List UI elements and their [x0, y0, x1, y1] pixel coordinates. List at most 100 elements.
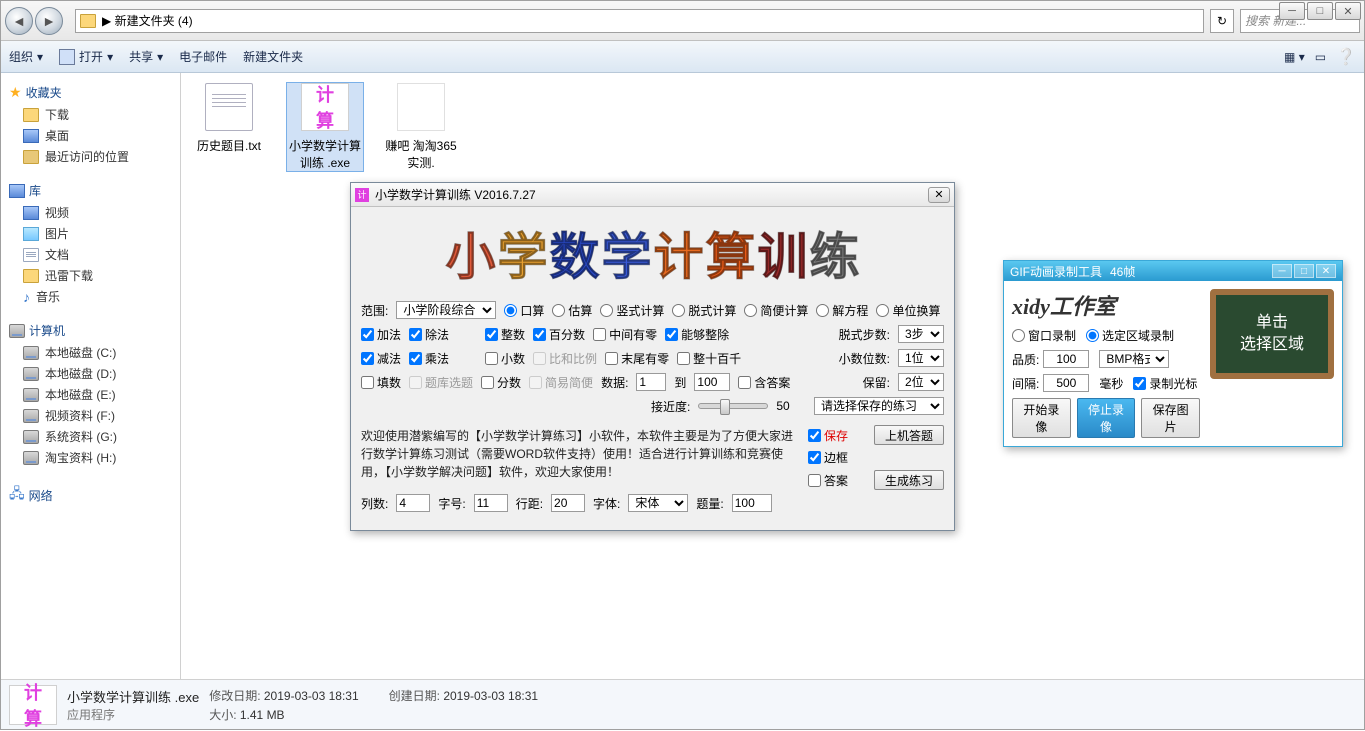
- close-button[interactable]: ✕: [1335, 2, 1361, 20]
- keep-select[interactable]: 2位: [898, 373, 944, 391]
- check-round[interactable]: 整十百千: [677, 350, 741, 367]
- gif-titlebar[interactable]: GIF动画录制工具 46帧 ─ □ ✕: [1004, 261, 1342, 281]
- radio-window-record[interactable]: 窗口录制: [1012, 327, 1076, 344]
- cols-input[interactable]: [396, 494, 430, 512]
- sidebar-documents[interactable]: 文档: [5, 244, 176, 265]
- check-border[interactable]: 边框: [808, 449, 944, 466]
- upload-button[interactable]: 上机答题: [874, 425, 944, 445]
- radio-mental[interactable]: 口算: [504, 302, 544, 319]
- toolbar-organize[interactable]: 组织 ▾: [9, 48, 43, 65]
- range-label: 范围:: [361, 302, 388, 319]
- sidebar-pictures[interactable]: 图片: [5, 223, 176, 244]
- stop-record-button[interactable]: 停止录像: [1077, 398, 1136, 438]
- quality-input[interactable]: [1043, 350, 1089, 368]
- sidebar-drive-e[interactable]: 本地磁盘 (E:): [5, 384, 176, 405]
- sidebar-drive-c[interactable]: 本地磁盘 (C:): [5, 342, 176, 363]
- fontsize-input[interactable]: [474, 494, 508, 512]
- check-dec[interactable]: 小数: [485, 350, 525, 367]
- nav-forward-button[interactable]: ►: [35, 7, 63, 35]
- math-app-titlebar[interactable]: 计 小学数学计算训练 V2016.7.27 ✕: [351, 183, 954, 207]
- address-bar[interactable]: ▶ 新建文件夹 (4): [75, 9, 1204, 33]
- gif-maximize-button[interactable]: □: [1294, 264, 1314, 278]
- check-cursor[interactable]: 录制光标: [1133, 375, 1197, 392]
- gif-frame-count: 46帧: [1110, 263, 1135, 280]
- check-sub[interactable]: 减法: [361, 350, 401, 367]
- explorer-window-controls: ─ □ ✕: [1279, 2, 1361, 20]
- saved-select[interactable]: 请选择保存的练习: [814, 397, 944, 415]
- sidebar-drive-h[interactable]: 淘宝资料 (H:): [5, 447, 176, 468]
- sidebar-xunlei[interactable]: 迅雷下载: [5, 265, 176, 286]
- math-app-close-button[interactable]: ✕: [928, 187, 950, 203]
- quality-label: 品质:: [1012, 351, 1039, 368]
- gif-minimize-button[interactable]: ─: [1272, 264, 1292, 278]
- start-record-button[interactable]: 开始录像: [1012, 398, 1071, 438]
- check-fill[interactable]: 填数: [361, 374, 401, 391]
- sidebar-drive-g[interactable]: 系统资料 (G:): [5, 426, 176, 447]
- radio-vertical[interactable]: 竖式计算: [600, 302, 664, 319]
- maximize-button[interactable]: □: [1307, 2, 1333, 20]
- generate-button[interactable]: 生成练习: [874, 470, 944, 490]
- count-from-input[interactable]: [636, 373, 666, 391]
- toolbar-share[interactable]: 共享 ▾: [129, 48, 163, 65]
- sidebar-downloads[interactable]: 下载: [5, 104, 176, 125]
- file-history-txt[interactable]: 历史题目.txt: [191, 83, 267, 154]
- gif-close-button[interactable]: ✕: [1316, 264, 1336, 278]
- check-add[interactable]: 加法: [361, 326, 401, 343]
- sidebar-favorites-header[interactable]: ★收藏夹: [5, 81, 176, 104]
- toolbar-open[interactable]: 打开 ▾: [59, 48, 113, 65]
- radio-region-record[interactable]: 选定区域录制: [1086, 327, 1174, 344]
- range-select[interactable]: 小学阶段综合: [396, 301, 496, 319]
- file-taotao[interactable]: 赚吧 淘淘365 实测.: [383, 83, 459, 171]
- view-icon-1[interactable]: ▦ ▾: [1284, 50, 1305, 64]
- check-end0[interactable]: 末尾有零: [605, 350, 669, 367]
- count-to-input[interactable]: [694, 373, 730, 391]
- radio-strip[interactable]: 脱式计算: [672, 302, 736, 319]
- toolbar-newfolder[interactable]: 新建文件夹: [243, 48, 303, 65]
- sidebar-music[interactable]: ♪音乐: [5, 286, 176, 307]
- breadcrumb-folder[interactable]: 新建文件夹 (4): [115, 12, 193, 29]
- sidebar-recent[interactable]: 最近访问的位置: [5, 146, 176, 167]
- near-label: 接近度:: [651, 398, 690, 415]
- file-math-exe[interactable]: 计算 小学数学计算训练 .exe: [287, 83, 363, 171]
- sidebar-drive-d[interactable]: 本地磁盘 (D:): [5, 363, 176, 384]
- sidebar-drive-f[interactable]: 视频资料 (F:): [5, 405, 176, 426]
- check-mul[interactable]: 乘法: [409, 350, 449, 367]
- check-mid0[interactable]: 中间有零: [593, 326, 657, 343]
- near-value: 50: [776, 399, 789, 413]
- explorer-address-row: ◄ ► ▶ 新建文件夹 (4) ↻ 搜索 新建...: [1, 1, 1364, 41]
- check-ans[interactable]: 含答案: [738, 374, 790, 391]
- sidebar-video[interactable]: 视频: [5, 202, 176, 223]
- format-select[interactable]: BMP格式: [1099, 350, 1169, 368]
- check-answer[interactable]: 答案: [808, 472, 848, 489]
- qty-label: 题量:: [696, 495, 723, 512]
- sidebar-network-header[interactable]: 🖧网络: [5, 480, 176, 510]
- radio-unit[interactable]: 单位换算: [876, 302, 940, 319]
- fontface-select[interactable]: 宋体: [628, 494, 688, 512]
- refresh-button[interactable]: ↻: [1210, 9, 1234, 33]
- place-select[interactable]: 1位: [898, 349, 944, 367]
- sidebar-desktop[interactable]: 桌面: [5, 125, 176, 146]
- check-frac[interactable]: 分数: [481, 374, 521, 391]
- steps-select[interactable]: 3步: [898, 325, 944, 343]
- check-div[interactable]: 除法: [409, 326, 449, 343]
- linespace-input[interactable]: [551, 494, 585, 512]
- minimize-button[interactable]: ─: [1279, 2, 1305, 20]
- radio-estimate[interactable]: 估算: [552, 302, 592, 319]
- qty-input[interactable]: [732, 494, 772, 512]
- sidebar-libraries-header[interactable]: 库: [5, 179, 176, 202]
- radio-simple[interactable]: 简便计算: [744, 302, 808, 319]
- toolbar-email[interactable]: 电子邮件: [179, 48, 227, 65]
- region-board[interactable]: 单击 选择区域: [1210, 289, 1334, 379]
- sidebar-computer-header[interactable]: 计算机: [5, 319, 176, 342]
- radio-equation[interactable]: 解方程: [816, 302, 868, 319]
- save-image-button[interactable]: 保存图片: [1141, 398, 1200, 438]
- help-icon[interactable]: ❔: [1336, 47, 1356, 67]
- check-divok[interactable]: 能够整除: [665, 326, 729, 343]
- nav-back-button[interactable]: ◄: [5, 7, 33, 35]
- check-save[interactable]: 保存: [808, 427, 848, 444]
- near-slider[interactable]: [698, 403, 768, 409]
- check-int[interactable]: 整数: [485, 326, 525, 343]
- interval-input[interactable]: [1043, 374, 1089, 392]
- check-pct[interactable]: 百分数: [533, 326, 585, 343]
- view-icon-2[interactable]: ▭: [1315, 50, 1326, 64]
